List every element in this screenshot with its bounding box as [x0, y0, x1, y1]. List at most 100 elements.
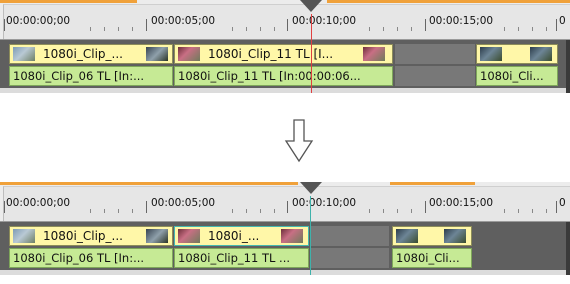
minor-tick [532, 209, 533, 213]
ruler-range-marker [390, 182, 475, 185]
minor-tick [104, 209, 105, 213]
video-clip-selected[interactable]: 1080i_... [174, 226, 309, 246]
video-clip[interactable]: 1080i_Clip_11 TL [I... [174, 44, 393, 64]
thumb-c-icon [281, 229, 303, 243]
minor-tick [397, 27, 398, 31]
minor-tick [411, 209, 412, 213]
minor-tick [246, 209, 247, 213]
video-track: 1080i_Clip_... 1080i_Clip_11 TL [I... [0, 44, 570, 64]
scrollbar-edge[interactable] [566, 222, 570, 275]
minor-tick [90, 209, 91, 213]
timecode-label: 0 [559, 15, 566, 27]
thumb-c-icon [363, 47, 385, 61]
audio-clip[interactable]: 1080i_Cli... [392, 248, 472, 268]
major-tick [556, 201, 557, 213]
clip-label: 1080i_... [208, 229, 260, 243]
audio-clip[interactable]: 1080i_Clip_11 TL ... [174, 248, 309, 268]
timecode-label: 00:00:00;00 [6, 197, 71, 209]
playhead-handle[interactable] [300, 0, 322, 12]
clip-label: 1080i_Clip_11 TL [In:00:00:06... [178, 69, 361, 83]
ruler-range-marker [327, 0, 570, 3]
video-track: 1080i_Clip_... 1080i_... [0, 226, 570, 246]
video-clip[interactable]: 1080i_Clip_... [9, 44, 173, 64]
clip-label: 1080i_Clip_11 TL [I... [208, 47, 334, 61]
audio-clip[interactable]: 1080i_Cli... [476, 66, 558, 86]
minor-tick [132, 209, 133, 213]
minor-tick [504, 27, 505, 31]
thumb-d-icon [396, 229, 418, 243]
clip-label: 1080i_Clip_... [43, 229, 123, 243]
minor-tick [369, 209, 370, 213]
minor-tick [532, 27, 533, 31]
major-tick [425, 201, 426, 213]
track-bottom-strip [0, 88, 570, 93]
video-clip[interactable] [392, 226, 472, 246]
minor-tick [383, 27, 384, 31]
playhead-line [311, 14, 312, 93]
thumb-b-icon [146, 229, 168, 243]
minor-tick [274, 27, 275, 31]
thumb-b-icon [146, 47, 168, 61]
minor-tick [411, 27, 412, 31]
minor-tick [397, 209, 398, 213]
playhead-handle[interactable] [300, 182, 322, 194]
minor-tick [546, 209, 547, 213]
timecode-label: 00:00:10;00 [292, 197, 357, 209]
thumb-c-icon [178, 47, 200, 61]
track-bottom-strip [0, 270, 570, 275]
minor-tick [383, 209, 384, 213]
minor-tick [132, 27, 133, 31]
minor-tick [518, 27, 519, 31]
timecode-label: 00:00:05;00 [151, 197, 216, 209]
minor-tick [232, 209, 233, 213]
time-ruler[interactable]: 00:00:00;00 00:00:05;00 00:00:10;00 00:0… [0, 182, 570, 222]
timeline-before: 00:00:00;00 00:00:05;00 00:00:10;00 00:0… [0, 0, 570, 93]
audio-clip[interactable]: 1080i_Clip_06 TL [In:... [9, 248, 173, 268]
major-tick [146, 201, 147, 213]
major-tick [4, 201, 5, 213]
thumb-d-icon [530, 47, 552, 61]
thumb-c-icon [178, 229, 200, 243]
major-tick [4, 19, 5, 31]
minor-tick [118, 27, 119, 31]
timecode-label: 00:00:15;00 [429, 197, 494, 209]
thumb-a-icon [13, 47, 35, 61]
minor-tick [246, 27, 247, 31]
clip-label: 1080i_Cli... [396, 251, 460, 265]
down-arrow-icon [284, 119, 314, 163]
thumb-d-icon [444, 229, 466, 243]
ruler-scale: 00:00:00;00 00:00:05;00 00:00:10;00 00:0… [3, 186, 570, 221]
audio-track: 1080i_Clip_06 TL [In:... 1080i_Clip_11 T… [0, 248, 570, 268]
ruler-scale: 00:00:00;00 00:00:05;00 00:00:10;00 00:0… [3, 4, 570, 39]
minor-tick [104, 27, 105, 31]
timecode-label: 00:00:15;00 [429, 15, 494, 27]
major-tick [425, 19, 426, 31]
thumb-d-icon [480, 47, 502, 61]
playhead-line [310, 196, 311, 275]
scrollbar-edge[interactable] [566, 40, 570, 93]
audio-clip[interactable]: 1080i_Clip_11 TL [In:00:00:06... [174, 66, 393, 86]
audio-clip[interactable]: 1080i_Clip_06 TL [In:... [9, 66, 173, 86]
audio-track: 1080i_Clip_06 TL [In:... 1080i_Clip_11 T… [0, 66, 570, 86]
minor-tick [369, 27, 370, 31]
time-ruler[interactable]: 00:00:00;00 00:00:05;00 00:00:10;00 00:0… [0, 0, 570, 40]
minor-tick [232, 27, 233, 31]
timecode-label: 00:00:00;00 [6, 15, 71, 27]
major-tick [287, 201, 288, 213]
minor-tick [518, 209, 519, 213]
video-clip[interactable] [476, 44, 558, 64]
major-tick [556, 19, 557, 31]
major-tick [287, 19, 288, 31]
clip-label: 1080i_Clip_... [43, 47, 123, 61]
ruler-range-marker [0, 182, 298, 185]
major-tick [146, 19, 147, 31]
clip-label: 1080i_Cli... [480, 69, 544, 83]
minor-tick [260, 27, 261, 31]
clip-label: 1080i_Clip_11 TL ... [178, 251, 291, 265]
minor-tick [504, 209, 505, 213]
thumb-a-icon [13, 229, 35, 243]
timecode-label: 00:00:05;00 [151, 15, 216, 27]
minor-tick [260, 209, 261, 213]
ruler-range-marker [0, 0, 137, 3]
video-clip[interactable]: 1080i_Clip_... [9, 226, 173, 246]
